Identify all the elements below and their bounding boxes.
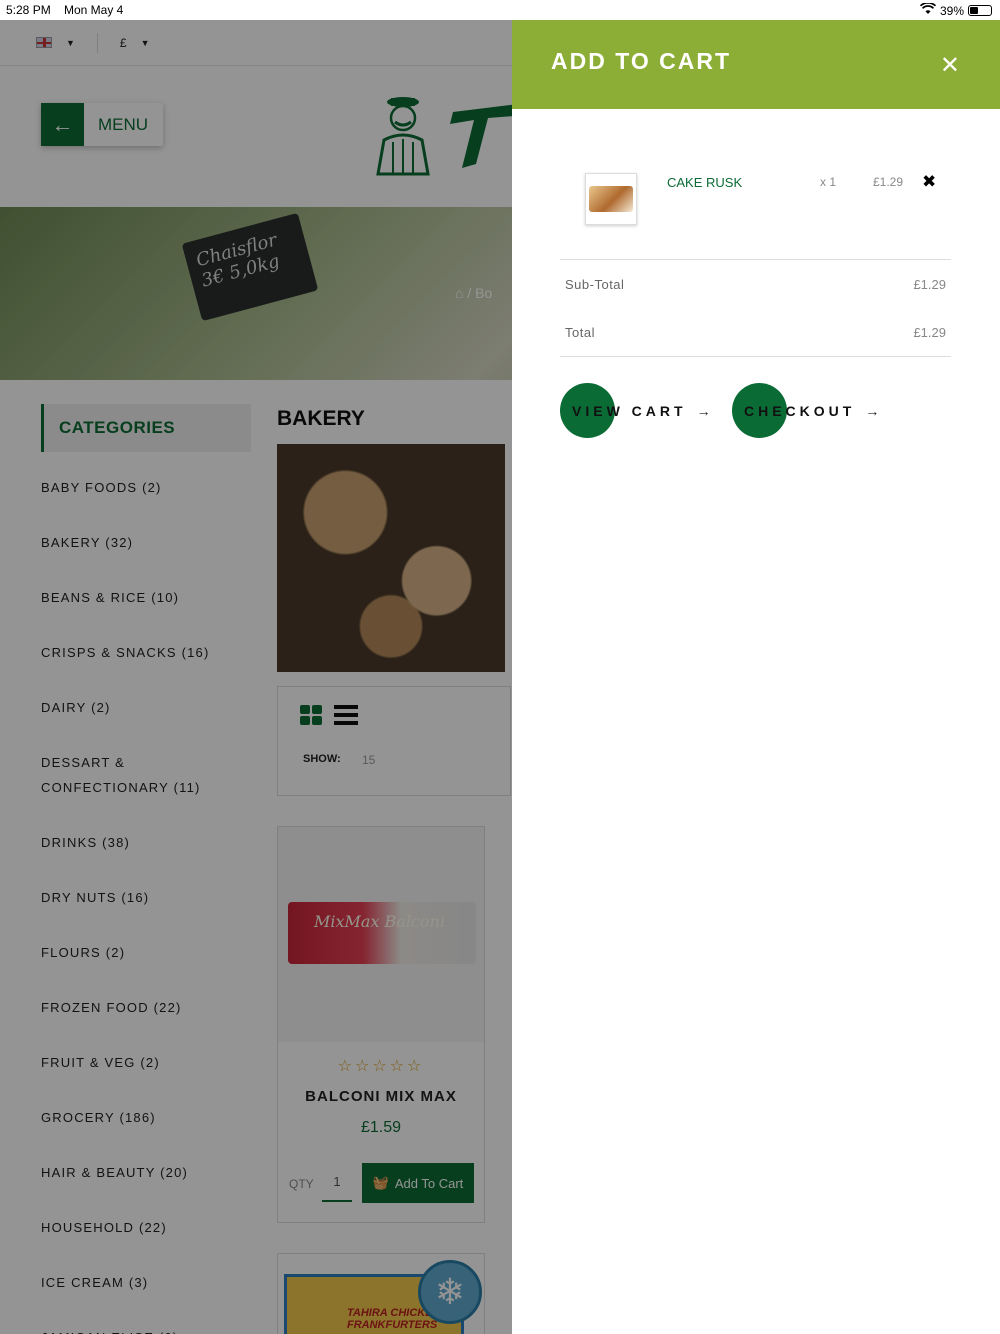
view-cart-label: VIEW CART — [572, 402, 687, 419]
cart-drawer-title: ADD TO CART — [551, 48, 732, 74]
battery-percent: 39% — [939, 3, 964, 18]
close-icon[interactable]: ✕ — [940, 54, 960, 78]
status-date: Mon May 4 — [64, 3, 124, 17]
cart-item: CAKE RUSK x 1 £1.29 ✖ — [560, 170, 952, 230]
cart-item-price: £1.29 — [873, 175, 904, 189]
modal-backdrop[interactable] — [0, 20, 512, 1334]
total-row: Total £1.29 — [560, 308, 951, 356]
arrow-right-icon: → — [865, 402, 880, 419]
total-value: £1.29 — [913, 324, 946, 340]
cart-item-name[interactable]: CAKE RUSK — [667, 175, 742, 190]
total-label: Total — [565, 324, 595, 340]
status-right: 39% — [919, 2, 992, 18]
status-bar: 5:28 PM Mon May 4 39% — [0, 0, 1000, 20]
subtotal-row: Sub-Total £1.29 — [560, 260, 951, 308]
checkout-label: CHECKOUT — [744, 402, 856, 419]
cart-item-qty: x 1 — [820, 175, 837, 189]
subtotal-label: Sub-Total — [565, 276, 625, 292]
cart-drawer-header: ADD TO CART ✕ — [512, 20, 1000, 109]
cart-item-thumbnail[interactable] — [585, 173, 637, 225]
checkout-button[interactable]: CHECKOUT → — [732, 383, 879, 438]
view-cart-button[interactable]: VIEW CART → — [560, 383, 711, 438]
arrow-right-icon: → — [696, 402, 711, 419]
remove-item-icon[interactable]: ✖ — [922, 173, 936, 190]
battery-icon — [968, 5, 992, 16]
status-time: 5:28 PM — [6, 3, 51, 17]
cart-drawer: ADD TO CART ✕ CAKE RUSK x 1 £1.29 ✖ Sub-… — [512, 20, 1000, 1334]
cart-totals: Sub-Total £1.29 Total £1.29 — [560, 259, 951, 357]
wifi-icon — [919, 2, 937, 18]
subtotal-value: £1.29 — [913, 276, 946, 292]
